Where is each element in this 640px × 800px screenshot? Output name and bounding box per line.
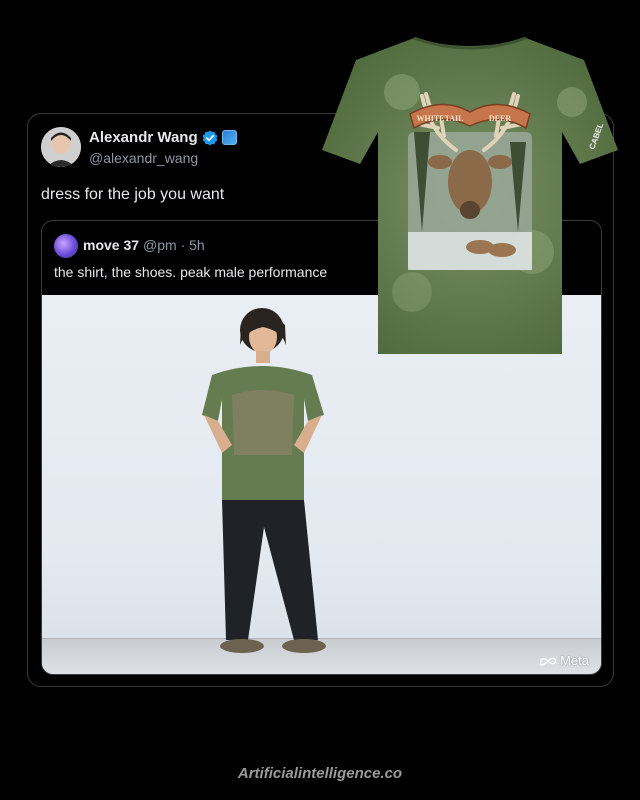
tshirt-graphic: WHITETAIL DEER CABEL	[322, 36, 618, 354]
quote-author-name: move 37	[83, 237, 140, 253]
author-name-text: Alexandr Wang	[89, 129, 198, 146]
tweet-text: dress for the job you want	[41, 186, 225, 203]
quote-handle-time: @pm · 5h	[143, 237, 205, 253]
author-name[interactable]: Alexandr Wang	[89, 129, 237, 146]
footer-credit: Artificialintelligence.co	[237, 765, 403, 782]
quote-author-avatar[interactable]	[54, 234, 78, 258]
meta-watermark: Meta	[539, 653, 589, 668]
quote-author[interactable]: move 37 @pm · 5h	[83, 237, 205, 253]
affiliate-badge-icon	[221, 130, 237, 145]
verified-badge-icon	[202, 130, 217, 145]
deer-tshirt-image: WHITETAIL DEER CABEL	[322, 32, 618, 362]
author-avatar[interactable]	[41, 127, 81, 167]
shirt-banner-right: DEER	[489, 114, 511, 123]
meta-logo-icon	[539, 657, 557, 666]
shirt-banner-left: WHITETAIL	[417, 114, 464, 123]
avatar-face-icon	[41, 127, 81, 167]
quote-text: the shirt, the shoes. peak male performa…	[54, 264, 328, 280]
author-handle[interactable]: @alexandr_wang	[89, 150, 198, 166]
meta-watermark-text: Meta	[560, 653, 589, 668]
